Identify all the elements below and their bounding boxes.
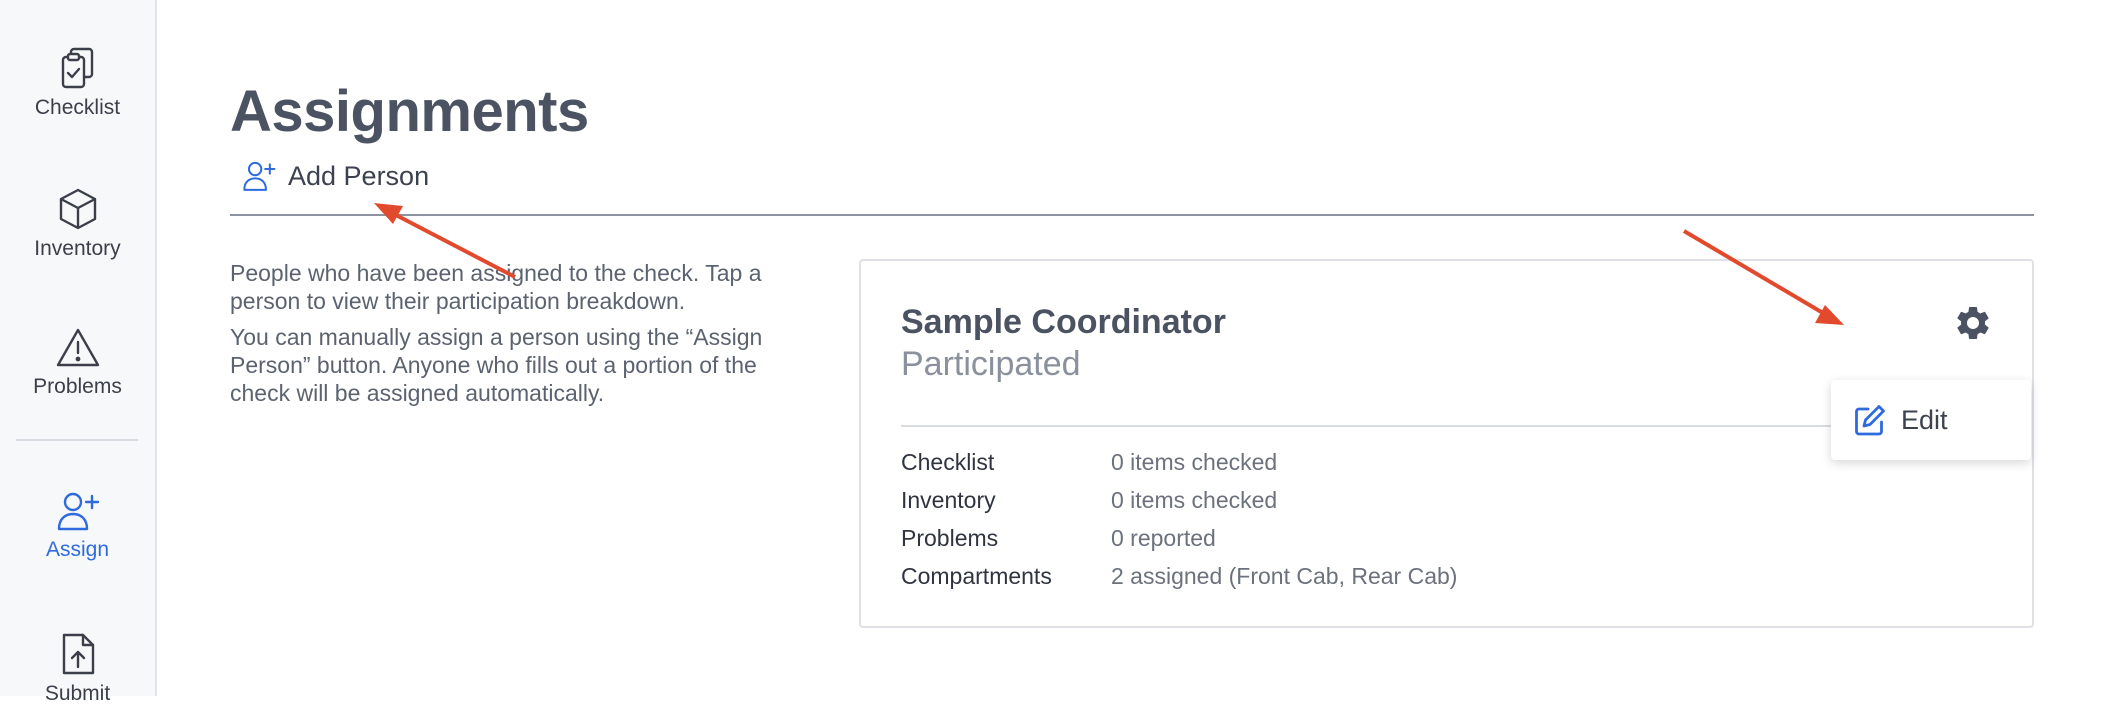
gear-icon[interactable] [1953,303,1993,343]
stat-row: Compartments 2 assigned (Front Cab, Rear… [901,557,1457,595]
sidebar-item-problems[interactable]: Problems [0,327,155,399]
stat-row: Inventory 0 items checked [901,481,1457,519]
sidebar-item-label: Assign [45,538,110,561]
sidebar-item-submit[interactable]: Submit [0,632,155,706]
stat-value: 0 items checked [1111,486,1278,513]
sidebar-item-label: Submit [44,682,111,705]
stat-value: 2 assigned (Front Cab, Rear Cab) [1111,562,1458,589]
sidebar-item-checklist[interactable]: Checklist [0,46,155,120]
cube-icon [59,188,96,230]
add-person-label: Add Person [288,160,430,191]
stat-row: Checklist 0 items checked [901,443,1457,481]
stat-label: Compartments [901,562,1052,589]
participation-stats: Checklist 0 items checked Inventory 0 it… [901,443,1457,595]
stat-value: 0 reported [1111,524,1216,551]
edit-icon [1855,405,1885,436]
file-upload-icon [62,633,94,675]
help-paragraph: You can manually assign a person using t… [230,324,763,406]
header-divider [230,214,2034,216]
stat-label: Checklist [901,448,995,475]
stat-label: Inventory [901,486,996,513]
sidebar-item-label: Inventory [34,237,121,260]
sidebar-item-label: Checklist [34,96,121,119]
sidebar-item-inventory[interactable]: Inventory [0,187,155,261]
page-title: Assignments [230,79,589,144]
stat-row: Problems 0 reported [901,519,1457,557]
assignee-name: Sample Coordinator [901,303,1226,341]
stat-value: 0 items checked [1111,448,1278,475]
sidebar-item-assign[interactable]: Assign [0,490,155,562]
stat-label: Problems [901,524,999,551]
sidebar-item-label: Problems [33,375,122,398]
sidebar: Checklist Inventory Problems Assign Subm… [0,0,157,705]
assignee-status: Participated [901,345,1081,383]
edit-menu-item[interactable]: Edit [1831,380,2031,460]
help-text: People who have been assigned to the che… [230,259,790,415]
edit-label: Edit [1901,404,1948,435]
add-person-button[interactable]: Add Person [242,156,429,196]
person-add-icon [57,492,99,531]
clipboard-check-icon [61,47,93,89]
person-add-icon [243,161,276,191]
sidebar-divider [16,439,138,441]
help-paragraph: People who have been assigned to the che… [230,260,762,314]
warning-triangle-icon [56,328,99,367]
